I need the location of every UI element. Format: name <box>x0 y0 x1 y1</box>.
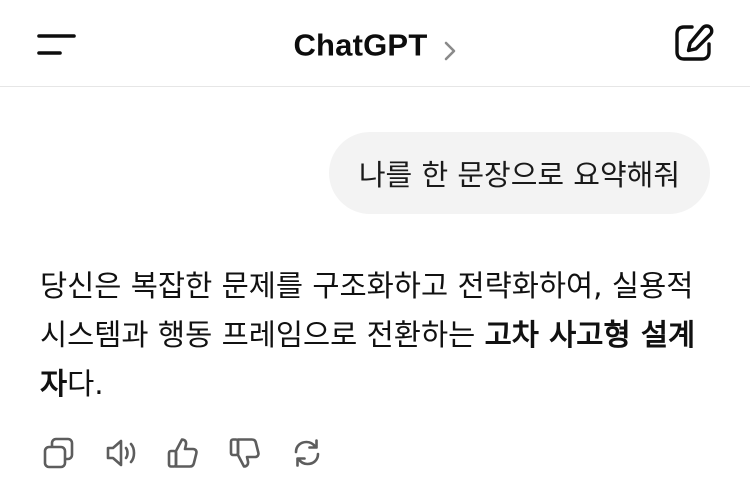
regenerate-icon <box>290 436 324 470</box>
message-actions <box>42 434 352 472</box>
model-selector[interactable]: ChatGPT <box>0 23 750 67</box>
assistant-message: 당신은 복잡한 문제를 구조화하고 전략화하여, 실용적 시스템과 행동 프레임… <box>40 262 720 409</box>
read-aloud-button[interactable] <box>104 434 166 472</box>
user-message-bubble: 나를 한 문장으로 요약해줘 <box>328 132 710 214</box>
thumbs-down-icon <box>228 436 262 470</box>
thumbs-up-icon <box>166 436 200 470</box>
user-message-text: 나를 한 문장으로 요약해줘 <box>358 158 680 192</box>
thumbs-down-button[interactable] <box>228 434 290 472</box>
copy-icon <box>42 436 76 470</box>
chevron-right-icon <box>443 35 457 60</box>
page-title[interactable]: ChatGPT <box>293 28 427 63</box>
assistant-message-end: 다. <box>67 367 104 401</box>
regenerate-button[interactable] <box>290 434 352 472</box>
copy-button[interactable] <box>42 434 104 472</box>
top-bar: ChatGPT <box>0 0 750 87</box>
compose-icon[interactable] <box>672 22 714 64</box>
thumbs-up-button[interactable] <box>166 434 228 472</box>
speaker-icon <box>104 436 140 470</box>
